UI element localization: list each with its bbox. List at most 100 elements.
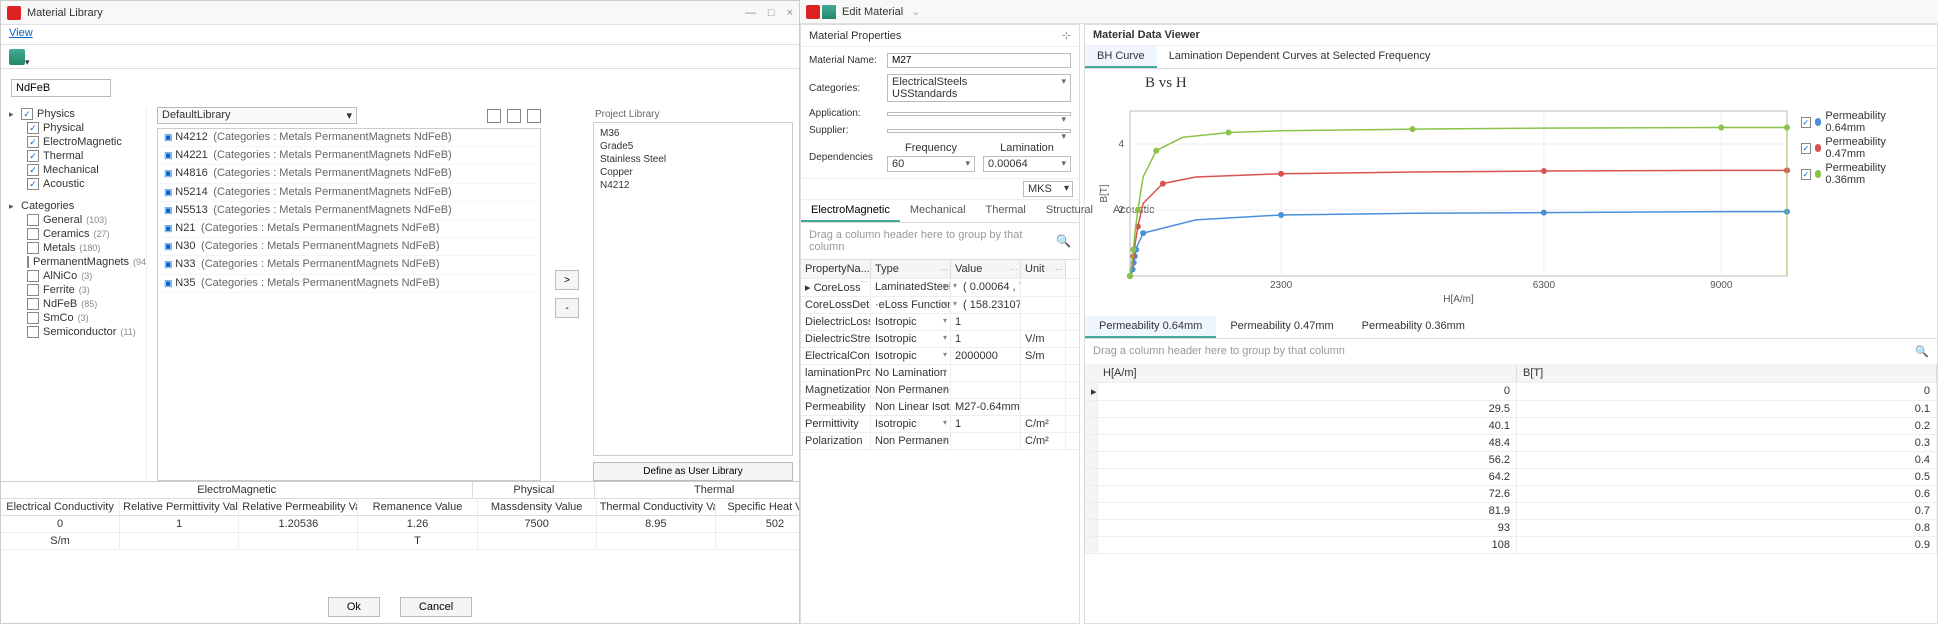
grid-view-icon[interactable] — [507, 109, 521, 123]
checkbox[interactable] — [27, 312, 39, 324]
tree-label[interactable]: Metals — [43, 242, 75, 254]
list-item[interactable]: ▣ N21 (Categories : Metals PermanentMagn… — [158, 220, 540, 238]
table-row[interactable]: PermeabilityNon Linear IsotM27-0.64mm -6… — [801, 399, 1079, 416]
checkbox[interactable]: ✓ — [27, 178, 39, 190]
checkbox[interactable]: ✓ — [1801, 143, 1811, 154]
search-icon[interactable]: 🔍 — [1915, 345, 1929, 358]
list-view-icon[interactable] — [487, 109, 501, 123]
remove-button[interactable]: - — [555, 298, 579, 318]
list-item[interactable]: M36 — [598, 127, 788, 140]
table-row[interactable]: laminationPro...No Lamination — [801, 365, 1079, 382]
checkbox[interactable] — [27, 242, 39, 254]
table-row[interactable]: 930.8 — [1085, 520, 1937, 537]
dropdown-icon[interactable]: ⌄ — [911, 5, 920, 18]
close-button[interactable]: × — [787, 7, 793, 19]
tree-label[interactable]: Thermal — [43, 150, 83, 162]
tab-mechanical[interactable]: Mechanical — [900, 200, 976, 222]
minimize-button[interactable]: — — [745, 7, 756, 19]
tree-label[interactable]: PermanentMagnets — [33, 256, 129, 268]
tab[interactable]: Permeability 0.64mm — [1085, 316, 1216, 338]
table-row[interactable]: 48.40.3 — [1085, 435, 1937, 452]
supplier-select[interactable] — [887, 129, 1071, 133]
list-item[interactable]: ▣ N4816 (Categories : Metals PermanentMa… — [158, 165, 540, 183]
add-button[interactable]: > — [555, 270, 579, 290]
checkbox[interactable] — [27, 270, 39, 282]
checkbox[interactable]: ✓ — [27, 122, 39, 134]
list-item[interactable]: ▣ N5513 (Categories : Metals PermanentMa… — [158, 202, 540, 220]
categories-label[interactable]: Categories — [21, 200, 74, 212]
checkbox[interactable] — [27, 298, 39, 310]
table-row[interactable]: 29.50.1 — [1085, 401, 1937, 418]
tree-label[interactable]: Mechanical — [43, 164, 99, 176]
table-row[interactable]: DielectricLossT...Isotropic1 — [801, 314, 1079, 331]
table-row[interactable]: CoreLossDetails·eLoss Function( 158.2310… — [801, 297, 1079, 314]
table-row[interactable]: MagnetizationNon Permanen — [801, 382, 1079, 399]
tab[interactable]: Lamination Dependent Curves at Selected … — [1157, 46, 1443, 68]
property-grid[interactable]: PropertyNa... Type Value Unit ▸ CoreLoss… — [801, 259, 1079, 623]
checkbox[interactable]: ✓ — [1801, 117, 1811, 128]
material-name-input[interactable] — [887, 53, 1071, 68]
table-row[interactable]: ElectricalCond...Isotropic2000000S/m — [801, 348, 1079, 365]
search-icon[interactable]: 🔍 — [1056, 234, 1071, 248]
pin-icon[interactable]: ⊹ — [1062, 29, 1071, 42]
units-select[interactable]: MKS — [1023, 181, 1073, 197]
frequency-select[interactable]: 60 — [887, 156, 975, 172]
checkbox[interactable] — [27, 228, 39, 240]
list-item[interactable]: ▣ N33 (Categories : Metals PermanentMagn… — [158, 256, 540, 274]
tree-label[interactable]: General — [43, 214, 82, 226]
tree-label[interactable]: Physical — [43, 122, 84, 134]
list-item[interactable]: ▣ N4212 (Categories : Metals PermanentMa… — [158, 129, 540, 147]
physics-label[interactable]: Physics — [37, 108, 75, 120]
list-item[interactable]: N4212 — [598, 179, 788, 192]
checkbox[interactable] — [27, 326, 39, 338]
material-list[interactable]: ▣ N4212 (Categories : Metals PermanentMa… — [157, 128, 541, 481]
define-user-library-button[interactable]: Define as User Library — [593, 462, 793, 481]
tree-label[interactable]: Acoustic — [43, 178, 85, 190]
checkbox[interactable]: ✓ — [1801, 169, 1811, 180]
tree-label[interactable]: Ferrite — [43, 284, 75, 296]
project-list[interactable]: M36Grade5Stainless SteelCopperN4212 — [593, 122, 793, 456]
tab[interactable]: Permeability 0.47mm — [1216, 316, 1347, 338]
table-row[interactable]: 81.90.7 — [1085, 503, 1937, 520]
table-row[interactable]: 64.20.5 — [1085, 469, 1937, 486]
tile-view-icon[interactable] — [527, 109, 541, 123]
library-select[interactable]: DefaultLibrary▾ — [157, 107, 357, 124]
application-select[interactable] — [887, 112, 1071, 116]
menu-view[interactable]: View — [9, 27, 33, 39]
checkbox[interactable] — [27, 256, 29, 268]
table-row[interactable]: DielectricStren...Isotropic1V/m — [801, 331, 1079, 348]
tree-label[interactable]: AlNiCo — [43, 270, 77, 282]
lamination-select[interactable]: 0.00064 — [983, 156, 1071, 172]
maximize-button[interactable]: □ — [768, 7, 775, 19]
list-item[interactable]: ▣ N35 (Categories : Metals PermanentMagn… — [158, 275, 540, 293]
table-row[interactable]: PermittivityIsotropic1C/m² — [801, 416, 1079, 433]
checkbox[interactable]: ✓ — [27, 150, 39, 162]
tab[interactable]: Permeability 0.36mm — [1348, 316, 1479, 338]
list-item[interactable]: Copper — [598, 166, 788, 179]
tab-thermal[interactable]: Thermal — [976, 200, 1036, 222]
table-row[interactable]: 40.10.2 — [1085, 418, 1937, 435]
tree-label[interactable]: ElectroMagnetic — [43, 136, 122, 148]
search-input[interactable] — [11, 79, 111, 97]
table-row[interactable]: PolarizationNon PermanenC/m² — [801, 433, 1079, 450]
table-row[interactable]: 56.20.4 — [1085, 452, 1937, 469]
checkbox[interactable]: ✓ — [27, 136, 39, 148]
checkbox[interactable] — [27, 284, 39, 296]
tree-label[interactable]: Semiconductor — [43, 326, 116, 338]
table-row[interactable]: ▸00 — [1085, 383, 1937, 401]
bh-data-table[interactable]: H[A/m] B[T] ▸0029.50.140.10.248.40.356.2… — [1085, 364, 1937, 623]
list-item[interactable]: ▣ N30 (Categories : Metals PermanentMagn… — [158, 238, 540, 256]
table-row[interactable]: ▸ CoreLossLaminatedSteel( 0.00064 , 7650… — [801, 279, 1079, 297]
tab[interactable]: BH Curve — [1085, 46, 1157, 68]
cancel-button[interactable]: Cancel — [400, 597, 472, 617]
table-row[interactable]: 72.60.6 — [1085, 486, 1937, 503]
table-row[interactable]: 1080.9 — [1085, 537, 1937, 554]
list-item[interactable]: ▣ N5214 (Categories : Metals PermanentMa… — [158, 184, 540, 202]
checkbox[interactable]: ✓ — [27, 164, 39, 176]
tree-label[interactable]: SmCo — [43, 312, 74, 324]
ok-button[interactable]: Ok — [328, 597, 380, 617]
checkbox[interactable] — [27, 214, 39, 226]
tab-electromagnetic[interactable]: ElectroMagnetic — [801, 200, 900, 222]
list-item[interactable]: Stainless Steel — [598, 153, 788, 166]
list-item[interactable]: Grade5 — [598, 140, 788, 153]
